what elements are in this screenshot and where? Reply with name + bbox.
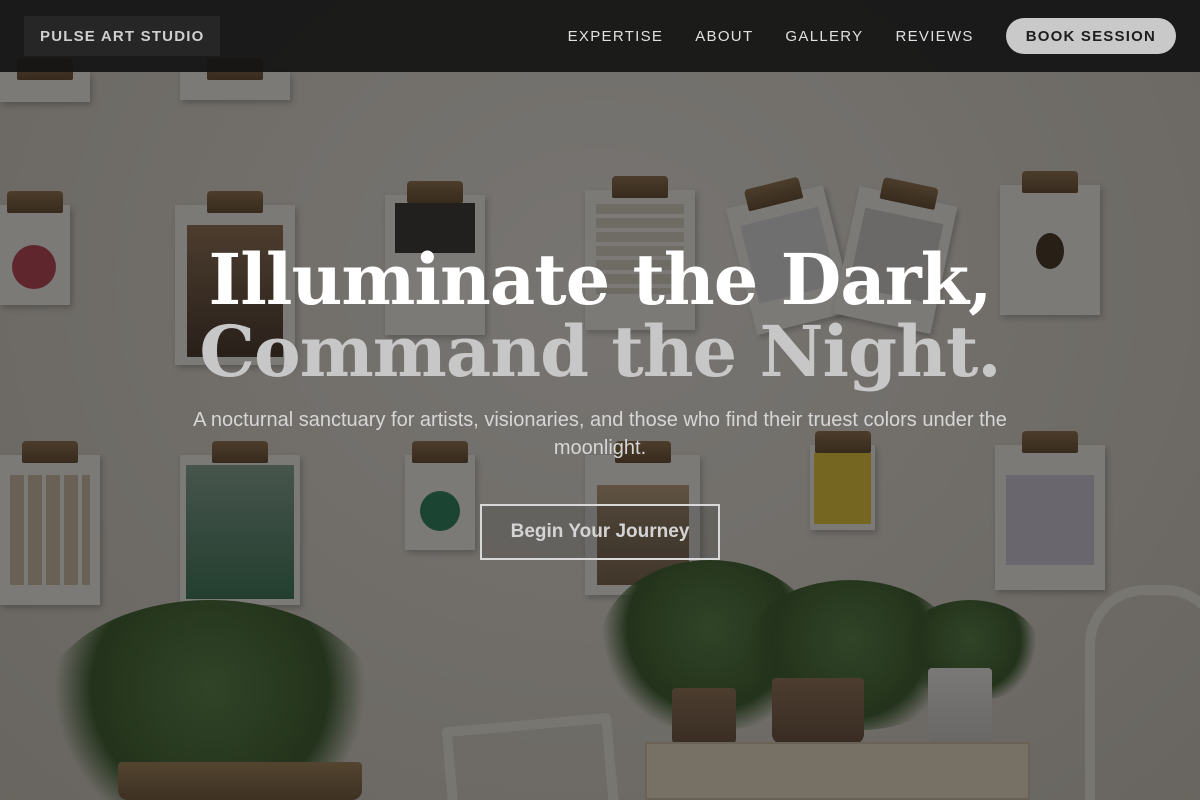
nav-links: EXPERTISE ABOUT GALLERY REVIEWS BOOK SES… <box>568 18 1176 54</box>
hero-tagline: A nocturnal sanctuary for artists, visio… <box>193 409 1007 459</box>
nav-link-about[interactable]: ABOUT <box>695 28 753 45</box>
begin-journey-button[interactable]: Begin Your Journey <box>480 504 720 560</box>
hero-headline-line2: Command the Night. <box>199 310 1001 393</box>
top-navbar: PULSE ART STUDIO EXPERTISE ABOUT GALLERY… <box>0 0 1200 72</box>
hero-headline-line1: Illuminate the Dark, <box>208 238 993 321</box>
nav-link-reviews[interactable]: REVIEWS <box>895 28 973 45</box>
hero-headline: Illuminate the Dark, Command the Night. <box>0 244 1200 388</box>
hero-section: Illuminate the Dark, Command the Night. … <box>0 72 1200 800</box>
nav-link-expertise[interactable]: EXPERTISE <box>568 28 664 45</box>
nav-link-gallery[interactable]: GALLERY <box>785 28 863 45</box>
book-session-button[interactable]: BOOK SESSION <box>1005 18 1176 54</box>
site-logo[interactable]: PULSE ART STUDIO <box>24 16 221 56</box>
